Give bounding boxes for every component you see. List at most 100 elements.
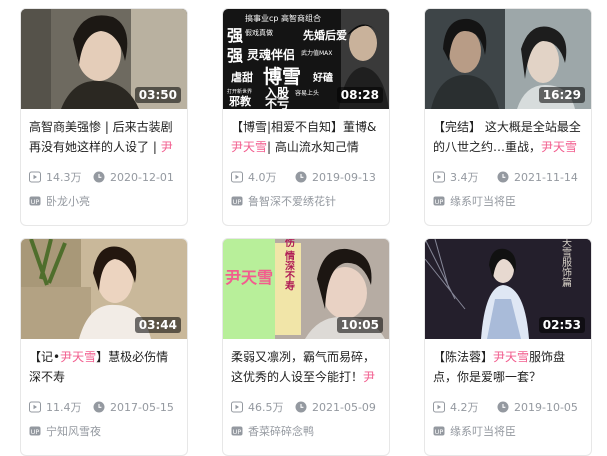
video-stats: 4.0万 2019-09-13 [231,169,381,185]
title-text: 高智商美强惨 | 后来古装剧再没有她这样的人设了 | [29,120,173,154]
play-count-icon [231,171,243,183]
video-title[interactable]: 【陈法蓉】尹天雪服饰盘点，你是爱哪一套？ [433,347,581,387]
video-card[interactable]: 03:50 高智商美强惨 | 后来古装剧再没有她这样的人设了 | 尹 14.3万… [20,8,188,226]
uploader-row[interactable]: UP 宁知风雪夜 [29,423,179,439]
video-thumbnail[interactable]: 尹天雪服饰篇 02:53 [425,239,591,339]
video-duration: 16:29 [538,87,585,103]
video-thumbnail[interactable]: 尹天雪 慧极必伤 情深不寿 10:05 [223,239,389,339]
title-text: 【博雪|相爱不自知】董博& [231,120,377,134]
video-card[interactable]: 16:29 【完结】 这大概是全站最全的八世之约…重战，尹天雪 3.4万 202… [424,8,592,226]
video-card[interactable]: 搞事业cp 高智商组合 强 假戏真做 先婚后爱 强 灵魂伴侣 武力值MAX 虐甜… [222,8,390,226]
view-count: 3.4万 [450,171,479,184]
uploader-name[interactable]: 卧龙小亮 [46,193,90,209]
clock-icon [93,171,105,183]
video-card[interactable]: 03:44 【记•尹天雪】慧极必伤情深不寿 11.4万 2017-05-15 U… [20,238,188,456]
video-thumbnail[interactable]: 03:50 [21,9,187,109]
thumb-caption: 强 [227,26,243,45]
thumb-caption: 虐甜 [231,70,253,84]
title-text: 柔弱又凛冽，霸气而易碎，这优秀的人设至今能打！ [231,350,376,384]
svg-text:UP: UP [233,198,242,206]
clock-icon [497,401,509,413]
thumb-caption: 邪教 [228,94,252,108]
title-text: | 高山流水知己情 [267,140,359,154]
clock-icon [295,401,307,413]
thumb-caption: 尹天雪服饰篇 [560,239,572,288]
title-highlight: 尹 [160,140,173,154]
uploader-icon: UP [231,426,243,436]
video-card[interactable]: 尹天雪服饰篇 02:53 【陈法蓉】尹天雪服饰盘点，你是爱哪一套？ 4.2万 2… [424,238,592,456]
video-duration: 10:05 [336,317,383,333]
uploader-row[interactable]: UP 鲁智深不爱绣花针 [231,193,381,209]
svg-text:UP: UP [233,428,242,436]
publish-date: 2019-09-13 [312,170,376,184]
play-count-icon [433,401,445,413]
uploader-name[interactable]: 缘系叮当将臣 [450,193,516,209]
svg-text:UP: UP [435,198,444,206]
video-duration: 08:28 [336,87,383,103]
play-count-icon [29,401,41,413]
thumb-caption: 打开新世界 [227,88,252,95]
video-thumbnail[interactable]: 搞事业cp 高智商组合 强 假戏真做 先婚后爱 强 灵魂伴侣 武力值MAX 虐甜… [223,9,389,109]
video-duration: 03:50 [134,87,181,103]
view-count: 14.3万 [46,171,82,184]
clock-icon [295,171,307,183]
publish-date: 2021-11-14 [514,170,578,184]
uploader-name[interactable]: 鲁智深不爱绣花针 [248,193,336,209]
video-title[interactable]: 【博雪|相爱不自知】董博&尹天雪| 高山流水知己情 [231,117,379,157]
video-thumbnail[interactable]: 16:29 [425,9,591,109]
video-duration: 03:44 [134,317,181,333]
thumb-caption: 博雪 [263,65,301,88]
clock-icon [497,171,509,183]
thumb-caption: 尹天雪 [225,268,273,287]
uploader-name[interactable]: 宁知风雪夜 [46,423,101,439]
title-highlight: 尹 [363,370,376,384]
thumb-caption: 假戏真做 [245,28,273,37]
video-title[interactable]: 【记•尹天雪】慧极必伤情深不寿 [29,347,177,387]
video-duration: 02:53 [538,317,585,333]
play-count-icon [231,401,243,413]
publish-date: 2021-05-09 [312,400,376,414]
view-count: 4.2万 [450,401,479,414]
svg-text:UP: UP [435,428,444,436]
play-count-icon [433,171,445,183]
video-title[interactable]: 【完结】 这大概是全站最全的八世之约…重战，尹天雪 [433,117,581,157]
thumb-caption: 武力值MAX [301,49,332,57]
video-title[interactable]: 柔弱又凛冽，霸气而易碎，这优秀的人设至今能打！尹 [231,347,379,387]
title-highlight: 尹天雪 [231,140,268,154]
thumb-caption: 搞事业cp 高智商组合 [245,13,321,23]
video-card[interactable]: 尹天雪 慧极必伤 情深不寿 10:05 柔弱又凛冽，霸气而易碎，这优秀的人设至今… [222,238,390,456]
uploader-icon: UP [433,196,445,206]
play-count-icon [29,171,41,183]
uploader-icon: UP [433,426,445,436]
uploader-icon: UP [231,196,243,206]
video-title[interactable]: 高智商美强惨 | 后来古装剧再没有她这样的人设了 | 尹 [29,117,177,157]
uploader-row[interactable]: UP 香菜碎碎念鸭 [231,423,381,439]
uploader-icon: UP [29,426,41,436]
thumb-caption: 容易上头 [295,89,319,97]
video-stats: 4.2万 2019-10-05 [433,399,583,415]
publish-date: 2020-12-01 [110,170,174,184]
thumb-caption: 灵魂伴侣 [247,47,295,62]
uploader-name[interactable]: 香菜碎碎念鸭 [248,423,314,439]
video-stats: 46.5万 2021-05-09 [231,399,381,415]
video-stats: 3.4万 2021-11-14 [433,169,583,185]
uploader-row[interactable]: UP 卧龙小亮 [29,193,179,209]
uploader-row[interactable]: UP 缘系叮当将臣 [433,423,583,439]
title-highlight: 尹天雪 [493,350,530,364]
video-thumbnail[interactable]: 03:44 [21,239,187,339]
video-stats: 11.4万 2017-05-15 [29,399,179,415]
title-text: 【陈法蓉】 [433,350,494,364]
view-count: 4.0万 [248,171,277,184]
title-text: 【记• [29,350,61,364]
uploader-icon: UP [29,196,41,206]
title-highlight: 尹天雪 [541,140,578,154]
svg-text:UP: UP [31,428,40,436]
video-stats: 14.3万 2020-12-01 [29,169,179,185]
svg-text:UP: UP [31,198,40,206]
uploader-name[interactable]: 缘系叮当将臣 [450,423,516,439]
thumb-caption: 强 [227,46,243,65]
thumb-caption: 好磕 [312,71,333,84]
clock-icon [93,401,105,413]
thumb-caption: 先婚后爱 [303,28,347,42]
uploader-row[interactable]: UP 缘系叮当将臣 [433,193,583,209]
